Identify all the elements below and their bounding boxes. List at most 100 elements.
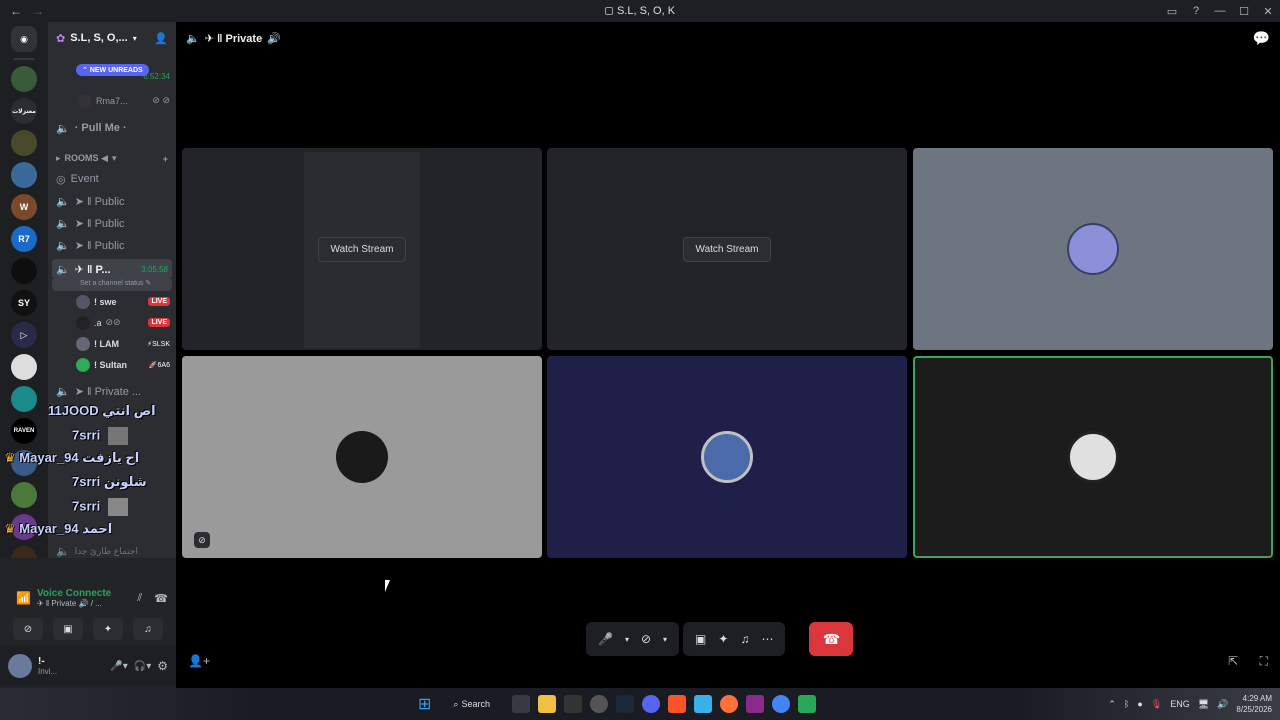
crown-icon: ♛ xyxy=(4,521,16,536)
server-icon[interactable] xyxy=(11,258,37,284)
headphones-icon[interactable]: 🎧▾ xyxy=(134,661,151,672)
close-button[interactable]: ✕ xyxy=(1256,5,1280,18)
guild-header[interactable]: ✿ S.L, S, O,... ▾ 👤 xyxy=(48,22,176,54)
disconnect-icon[interactable]: ☎ xyxy=(154,592,168,605)
fullscreen-icon[interactable]: ⛶ xyxy=(1260,654,1268,669)
new-unreads-pill[interactable]: ⌃ NEW UNREADS xyxy=(76,64,149,76)
windows-start-icon[interactable]: ⊞ xyxy=(418,694,431,714)
search-box[interactable]: ⌕ Search xyxy=(439,699,504,710)
bluetooth-icon[interactable]: ᛒ xyxy=(1124,699,1129,709)
tray-app-icon[interactable]: ● xyxy=(1137,699,1142,709)
server-icon[interactable] xyxy=(11,130,37,156)
channel-status-hint[interactable]: Set a channel status ✎ xyxy=(52,279,172,291)
forward-arrow-icon[interactable]: → xyxy=(32,4,44,18)
microphone-icon[interactable]: 🎤▾ xyxy=(110,661,127,672)
firefox-icon[interactable] xyxy=(719,695,738,713)
server-icon[interactable] xyxy=(11,162,37,188)
clock[interactable]: 4:29 AM 8/25/2026 xyxy=(1236,693,1272,715)
screen-share-icon[interactable]: ▣ xyxy=(695,632,706,646)
server-icon[interactable]: معتزلات xyxy=(11,98,37,124)
app-icon[interactable] xyxy=(589,695,608,713)
watch-stream-button[interactable]: Watch Stream xyxy=(682,236,772,262)
voice-channel[interactable]: 🔈 · Pull Me · xyxy=(48,117,176,139)
soundboard-icon[interactable]: ♫ xyxy=(133,618,163,640)
server-icon[interactable] xyxy=(11,386,37,412)
server-icon[interactable]: R7 xyxy=(11,226,37,252)
voice-user[interactable]: .a ⊘⊘ LIVE xyxy=(48,312,176,333)
camera-off-icon[interactable]: ⊘ xyxy=(13,618,43,640)
server-icon[interactable]: ▷ xyxy=(11,322,37,348)
soundboard-icon[interactable]: ♫ xyxy=(740,632,749,646)
minimize-button[interactable]: — xyxy=(1208,5,1232,17)
server-icon[interactable] xyxy=(11,482,37,508)
back-arrow-icon[interactable]: ← xyxy=(10,4,22,18)
invite-user-icon[interactable]: 👤+ xyxy=(188,654,210,668)
server-icon[interactable] xyxy=(11,354,37,380)
microphone-icon[interactable]: 🎙 xyxy=(1151,699,1162,710)
voice-channel[interactable]: 🔈 ➤ ‖ Public xyxy=(48,234,176,256)
epic-games-icon[interactable] xyxy=(563,695,582,713)
participant-tile[interactable] xyxy=(547,356,907,558)
server-icon[interactable]: RAVEN xyxy=(11,418,37,444)
steam-icon[interactable] xyxy=(615,695,634,713)
activity-controls[interactable]: ▣ ✦ ♫ ⋯ xyxy=(683,622,786,656)
user-avatar[interactable] xyxy=(8,654,32,678)
stream-tile[interactable]: Watch Stream xyxy=(182,148,542,350)
chevron-down-icon[interactable]: ▾ xyxy=(663,635,667,644)
participant-tile-speaking[interactable] xyxy=(913,356,1273,558)
language-indicator[interactable]: ENG xyxy=(1170,699,1190,709)
popout-icon[interactable]: ⇱ xyxy=(1228,654,1238,668)
active-voice-channel[interactable]: 🔈 ✈ ‖ P... 3:05:58 xyxy=(52,259,172,279)
stage-channel[interactable]: ◎ Event xyxy=(48,168,176,190)
gear-icon[interactable]: ⚙ xyxy=(157,659,168,673)
chevron-down-icon[interactable]: ▾ xyxy=(625,635,629,644)
app-icon[interactable] xyxy=(797,695,816,713)
participant-tile[interactable]: ⊘ xyxy=(182,356,542,558)
chevron-up-icon[interactable]: ⌃ xyxy=(1108,699,1116,710)
voice-channel[interactable]: 🔈 ➤ ‖ Private ... xyxy=(48,380,176,402)
screen-share-icon[interactable]: ▣ xyxy=(53,618,83,640)
file-explorer-icon[interactable] xyxy=(537,695,556,713)
chrome-icon[interactable] xyxy=(771,695,790,713)
volume-icon[interactable]: 🔊 xyxy=(1217,699,1228,710)
activities-icon[interactable]: ✦ xyxy=(718,632,728,646)
participant-tile[interactable] xyxy=(913,148,1273,350)
app-icon[interactable] xyxy=(693,695,712,713)
voice-user[interactable]: ! swe LIVE xyxy=(48,291,176,312)
server-icon[interactable]: W xyxy=(11,194,37,220)
maximize-button[interactable]: ☐ xyxy=(1232,5,1256,18)
voice-channel[interactable]: 🔈 ➤ ‖ Public xyxy=(48,212,176,234)
discord-icon[interactable] xyxy=(641,695,660,713)
voice-user[interactable]: Rma7... ⊘ ⊘ xyxy=(48,90,176,111)
disconnect-button[interactable]: ☎ xyxy=(809,622,854,656)
speaker-icon: 🔈 xyxy=(56,239,70,252)
voice-status[interactable]: Voice Connecte xyxy=(37,588,131,599)
next-app-icon[interactable] xyxy=(745,695,764,713)
more-icon[interactable]: ⋯ xyxy=(761,632,773,646)
user-status: Invi... xyxy=(38,667,58,676)
camera-off-icon: ⊘ xyxy=(194,532,210,548)
chat-bubble-icon[interactable]: 💬 xyxy=(1253,30,1270,47)
server-icon[interactable]: SY xyxy=(11,290,37,316)
voice-user[interactable]: ! Sultan 🚀6A6 xyxy=(48,354,176,375)
camera-off-icon[interactable]: ⊘ xyxy=(641,632,651,646)
voice-channel[interactable]: 🔈 ➤ ‖ Public xyxy=(48,190,176,212)
discord-home-icon[interactable]: ◉ xyxy=(11,26,37,52)
voice-channel-path[interactable]: ✈ ‖ Private 🔊 / ... xyxy=(37,599,131,608)
help-icon[interactable]: ? xyxy=(1184,5,1208,17)
microphone-icon[interactable]: 🎤 xyxy=(598,632,613,646)
task-view-icon[interactable] xyxy=(511,695,530,713)
watch-stream-button[interactable]: Watch Stream xyxy=(317,236,407,262)
brave-icon[interactable] xyxy=(667,695,686,713)
stream-tile[interactable]: Watch Stream xyxy=(547,148,907,350)
noise-suppression-icon[interactable]: ⫽ xyxy=(137,592,142,605)
add-member-icon[interactable]: 👤 xyxy=(154,32,168,45)
add-channel-icon[interactable]: + xyxy=(163,154,168,164)
voice-user[interactable]: ! LAM ⚡SLSK xyxy=(48,333,176,354)
server-icon[interactable] xyxy=(11,66,37,92)
mic-control[interactable]: 🎤 ▾ ⊘ ▾ xyxy=(586,622,680,656)
category-rooms[interactable]: ▸ ROOMS ◀ ▾ + xyxy=(48,145,176,168)
inbox-icon[interactable]: ▭ xyxy=(1160,5,1184,18)
network-icon[interactable]: 🖥 xyxy=(1198,699,1209,710)
activities-icon[interactable]: ✦ xyxy=(93,618,123,640)
